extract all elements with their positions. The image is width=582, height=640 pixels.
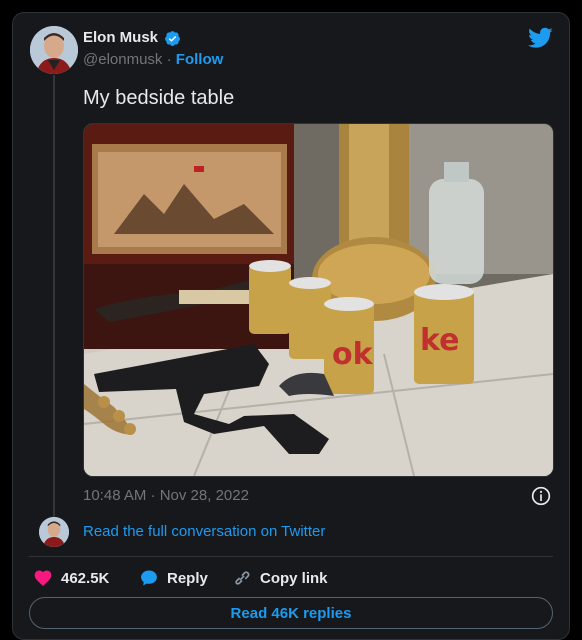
info-icon[interactable] [531,486,551,506]
thread-avatar [39,517,69,547]
like-button[interactable]: 462.5K [33,568,109,588]
twitter-bird-icon[interactable] [528,27,553,49]
like-count: 462.5K [61,569,110,587]
tweet-text: My bedside table [83,87,235,109]
reply-label: Reply [167,569,208,587]
reply-button[interactable]: Reply [139,568,208,588]
svg-text:ok: ok [332,337,374,372]
copy-link-label: Copy link [260,569,328,587]
author-handle-line: @elonmusk · Follow [83,51,223,68]
bedside-table-photo: ok ke [84,124,553,476]
author-avatar[interactable] [30,26,78,74]
heart-icon [34,570,52,586]
follow-link[interactable]: Follow [176,51,224,68]
link-icon [235,571,250,585]
tweet-timestamp[interactable]: 10:48 AM · Nov 28, 2022 [83,487,249,504]
tweet-card: Elon Musk @elonmusk · Follow My bedside … [12,12,570,640]
handle-separator: · [166,51,172,68]
thread-line [53,75,55,529]
tweet-photo[interactable]: ok ke [83,123,554,477]
reply-bubble-icon [141,570,157,586]
divider [29,556,553,557]
read-full-conversation-link[interactable]: Read the full conversation on Twitter [83,523,325,540]
read-replies-button[interactable]: Read 46K replies [29,597,553,629]
author-name[interactable]: Elon Musk [83,29,158,46]
verified-badge-icon [165,31,180,46]
copy-link-button[interactable]: Copy link [232,568,328,588]
svg-text:ke: ke [420,323,460,358]
author-handle[interactable]: @elonmusk [83,51,162,68]
